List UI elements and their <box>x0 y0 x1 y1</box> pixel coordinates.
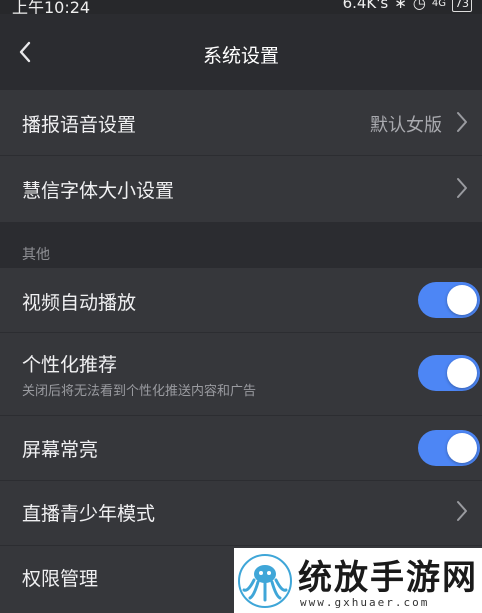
autoplay-toggle[interactable] <box>418 282 480 318</box>
autoplay-row: 视频自动播放 <box>0 268 482 332</box>
status-time: 上午10:24 <box>12 0 91 14</box>
settings-card: 播报语音设置 默认女版 慧信字体大小设置 <box>0 90 482 222</box>
font-size-setting-row[interactable]: 慧信字体大小设置 <box>0 156 482 222</box>
voice-setting-value: 默认女版 <box>370 115 442 136</box>
voice-setting-row[interactable]: 播报语音设置 默认女版 <box>0 90 482 155</box>
teen-mode-label: 直播青少年模式 <box>22 503 156 525</box>
screen-on-row: 屏幕常亮 <box>0 416 482 480</box>
nav-bar: 系统设置 <box>0 14 482 90</box>
font-size-setting-label: 慧信字体大小设置 <box>22 180 175 202</box>
page-title: 系统设置 <box>202 45 279 67</box>
status-bar: 上午10:24 6.4K's ∗ ◷ 4G 73 <box>0 0 482 14</box>
section-title: 其他 <box>22 247 50 263</box>
screen-on-label: 屏幕常亮 <box>22 439 99 461</box>
personalized-label: 个性化推荐 <box>22 354 118 376</box>
watermark-brand: 统放手游网 <box>298 558 478 598</box>
personalized-toggle[interactable] <box>418 355 480 391</box>
toggle-knob <box>447 285 477 315</box>
signal-label: 4G <box>431 0 446 9</box>
watermark: 统放手游网 www.gxhuaer.com <box>234 548 482 613</box>
screen-on-toggle[interactable] <box>418 430 480 466</box>
watermark-url: www.gxhuaer.com <box>300 596 430 609</box>
chevron-right-icon <box>457 112 467 132</box>
chevron-right-icon <box>457 501 467 521</box>
chevron-right-icon <box>457 178 467 198</box>
autoplay-label: 视频自动播放 <box>22 292 137 314</box>
voice-setting-label: 播报语音设置 <box>22 114 137 136</box>
personalized-row: 个性化推荐 关闭后将无法看到个性化推送内容和广告 <box>0 333 482 415</box>
toggle-knob <box>447 358 477 388</box>
toggle-knob <box>447 433 477 463</box>
status-icons: 6.4K's ∗ ◷ 4G 73 <box>343 0 472 12</box>
personalized-sublabel: 关闭后将无法看到个性化推送内容和广告 <box>22 384 257 399</box>
battery-icon: 73 <box>452 0 472 12</box>
permissions-label: 权限管理 <box>22 568 99 590</box>
alarm-icon: ◷ <box>412 0 426 12</box>
section-header-other: 其他 <box>0 222 482 268</box>
octopus-logo-icon <box>238 554 292 608</box>
teen-mode-row[interactable]: 直播青少年模式 <box>0 481 482 545</box>
bluetooth-icon: ∗ <box>394 0 407 12</box>
net-speed: 6.4K's <box>342 0 389 12</box>
